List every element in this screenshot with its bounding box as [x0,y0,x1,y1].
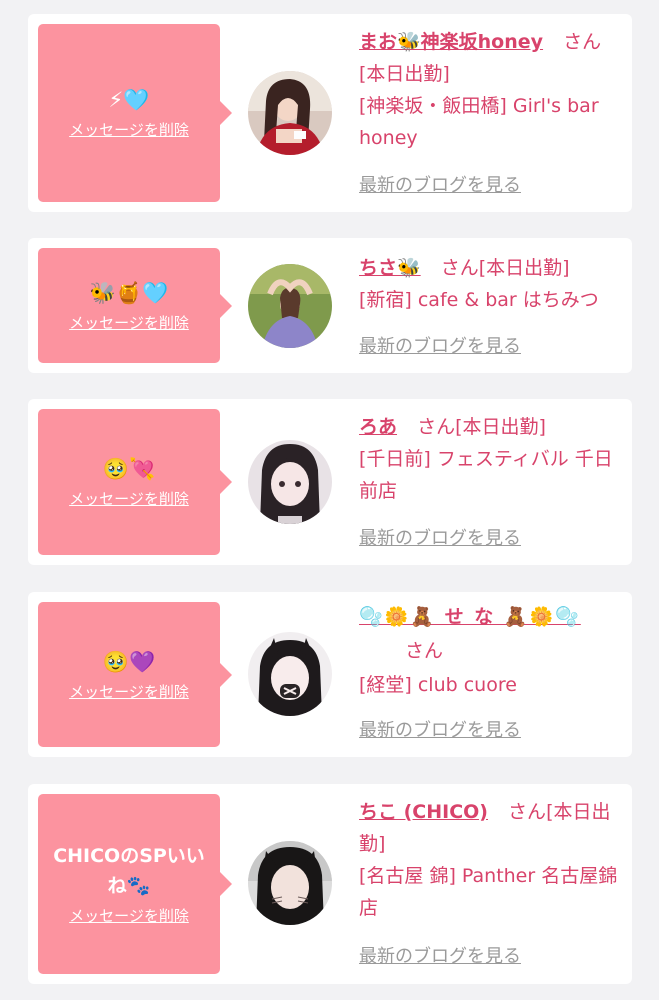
girl-info: ちこ (CHICO) さん[本日出勤] [名古屋 錦] Panther 名古屋錦… [359,796,621,924]
girl-name-link[interactable]: 🫧🌼🧸 せ な 🧸🌼🫧 [359,606,581,628]
message-card: 🥹💘 メッセージを削除 ろあ さん[本日出勤] [千日前] フェスティバル 千日… [28,399,632,565]
girl-name-link[interactable]: ちこ (CHICO) [359,801,488,823]
avatar[interactable] [248,440,332,524]
message-text: ⚡🩵 [108,88,150,112]
latest-blog-link[interactable]: 最新のブログを見る [359,945,521,969]
message-card: CHICOのSPいいね🐾 メッセージを削除 ちこ (CHICO) さん[本日出勤… [28,784,632,984]
shop-label: [新宿] cafe & bar はちみつ [359,289,599,311]
message-text: 🥹💘 [102,457,156,481]
status-label: [本日出勤] [455,416,546,438]
status-label: [本日出勤] [359,63,450,85]
san-label: さん [508,801,547,823]
san-label: さん [563,31,602,53]
delete-message-link[interactable]: メッセージを削除 [69,681,189,703]
message-text: 🐝🍯🩵 [89,280,169,305]
avatar[interactable] [248,632,332,716]
shop-label: [名古屋 錦] Panther 名古屋錦店 [359,865,618,919]
message-text: CHICOのSPいいね🐾 [53,845,205,897]
delete-message-link[interactable]: メッセージを削除 [69,905,189,927]
message-bubble: 🐝🍯🩵 メッセージを削除 [38,248,232,363]
message-text: 🥹💜 [102,649,156,674]
message-bubble: 🥹💘 メッセージを削除 [38,409,232,555]
latest-blog-link[interactable]: 最新のブログを見る [359,527,521,551]
latest-blog-link[interactable]: 最新のブログを見る [359,174,521,198]
girl-info: ちさ🐝 さん[本日出勤] [新宿] cafe & bar はちみつ [359,252,621,316]
girl-name-link[interactable]: まお🐝神楽坂honey [359,31,543,53]
avatar[interactable] [248,841,332,925]
girl-info: ろあ さん[本日出勤] [千日前] フェスティバル 千日前店 [359,411,621,507]
girl-name-link[interactable]: ちさ🐝 [359,257,421,279]
girl-info: まお🐝神楽坂honey さん [本日出勤] [神楽坂・飯田橋] Girl's ba… [359,26,621,154]
message-bubble: ⚡🩵 メッセージを削除 [38,24,232,202]
message-card: ⚡🩵 メッセージを削除 まお🐝神楽坂honey さん [本日出勤] [神楽坂・飯田… [28,14,632,212]
delete-message-link[interactable]: メッセージを削除 [69,312,189,334]
latest-blog-link[interactable]: 最新のブログを見る [359,335,521,359]
san-label: さん [417,416,456,438]
status-label: [本日出勤] [478,257,570,279]
message-bubble: 🥹💜 メッセージを削除 [38,602,232,747]
message-bubble: CHICOのSPいいね🐾 メッセージを削除 [38,794,232,974]
girl-info: 🫧🌼🧸 せ な 🧸🌼🫧 さん [経堂] club cuore [359,600,621,702]
message-card: 🥹💜 メッセージを削除 🫧🌼🧸 せ な 🧸🌼🫧 さん [経堂] club cuo… [28,592,632,757]
shop-label: [経堂] club cuore [359,674,517,696]
delete-message-link[interactable]: メッセージを削除 [69,119,189,141]
girl-name-link[interactable]: ろあ [359,416,397,438]
message-card: 🐝🍯🩵 メッセージを削除 ちさ🐝 さん[本日出勤] [新宿] cafe & ba… [28,238,632,373]
shop-label: [千日前] フェスティバル 千日前店 [359,448,613,502]
san-label: さん [405,640,444,662]
latest-blog-link[interactable]: 最新のブログを見る [359,719,521,743]
avatar[interactable] [248,264,332,348]
san-label: さん [440,257,479,279]
avatar[interactable] [248,71,332,155]
shop-label: [神楽坂・飯田橋] Girl's bar honey [359,95,599,149]
delete-message-link[interactable]: メッセージを削除 [69,488,189,510]
